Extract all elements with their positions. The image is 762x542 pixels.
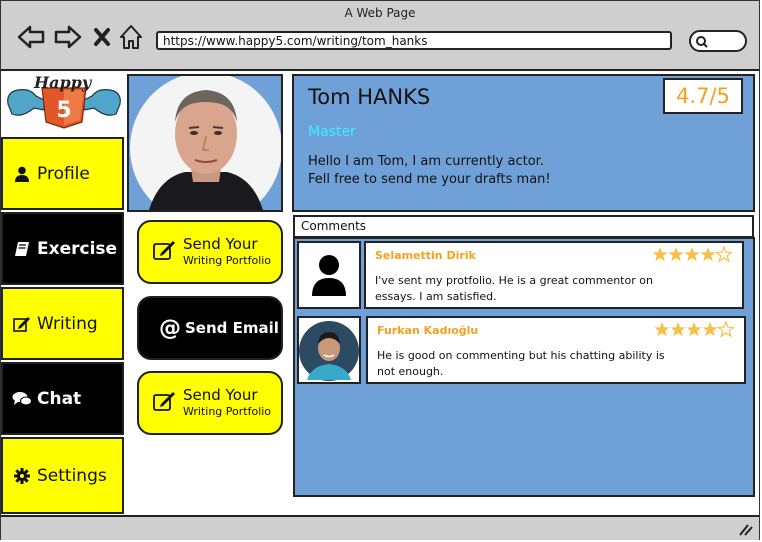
- logo-badge: 5: [56, 98, 72, 123]
- sidebar-item-label: Settings: [37, 465, 107, 486]
- sidebar-item-profile[interactable]: Profile: [1, 137, 124, 210]
- star-rating: [652, 245, 733, 268]
- edit-icon: [11, 316, 33, 332]
- window-title: A Web Page: [344, 6, 416, 20]
- comment-text: He is good on commenting but his chattin…: [377, 349, 665, 378]
- commenter-photo: [299, 321, 359, 381]
- bio-line: Fell free to send me your drafts man!: [308, 172, 551, 187]
- send-portfolio-subtitle: Writing Portfolio: [183, 254, 272, 267]
- search-icon: [696, 36, 708, 48]
- comments-header: Comments: [293, 215, 754, 238]
- forward-icon[interactable]: [53, 23, 83, 51]
- comment-author[interactable]: Selamettin Dirik: [375, 249, 476, 262]
- comment-author[interactable]: Furkan Kadıoğlu: [377, 324, 478, 337]
- sidebar-item-settings[interactable]: Settings: [1, 437, 124, 514]
- sidebar-item-exercise[interactable]: Exercise: [1, 212, 124, 285]
- resize-handle-icon[interactable]: [737, 521, 753, 540]
- user-icon: [11, 166, 33, 182]
- sidebar-item-label: Writing: [37, 313, 98, 334]
- profile-name: Tom HANKS: [308, 85, 431, 109]
- at-icon: @: [159, 315, 181, 341]
- logo-text: Happy: [34, 73, 92, 92]
- rating-badge: 4.7/5: [663, 78, 743, 114]
- bio-line: Hello I am Tom, I am currently actor.: [308, 154, 544, 169]
- send-portfolio-title: Send Your: [183, 235, 258, 253]
- comment-card: Selamettin Dirik I've sent my protfolio.…: [364, 241, 744, 309]
- send-portfolio-button-secondary[interactable]: Send Your Writing Portfolio: [137, 371, 283, 435]
- sidebar-item-chat[interactable]: Chat: [1, 362, 124, 435]
- send-portfolio-button[interactable]: Send Your Writing Portfolio: [137, 220, 283, 284]
- back-icon[interactable]: [16, 23, 46, 51]
- home-icon[interactable]: [118, 23, 144, 51]
- comment-text: I've sent my protfolio. He is a great co…: [375, 274, 653, 303]
- book-icon: [11, 241, 33, 257]
- edit-icon: [153, 390, 177, 416]
- status-bar: [1, 515, 759, 540]
- happy5-logo[interactable]: Happy 5: [4, 73, 124, 132]
- star-rating: [654, 320, 735, 343]
- send-portfolio-subtitle: Writing Portfolio: [183, 405, 272, 418]
- commenter-avatar[interactable]: [297, 316, 361, 384]
- sidebar-item-label: Exercise: [37, 238, 118, 259]
- profile-photo: [130, 76, 281, 210]
- profile-photo-frame: [127, 74, 283, 212]
- profile-level: Master: [308, 124, 356, 140]
- edit-icon: [153, 239, 177, 265]
- send-email-button[interactable]: @ Send Email: [137, 296, 283, 360]
- sidebar-item-label: Chat: [37, 388, 82, 409]
- chat-icon: [11, 391, 33, 407]
- address-bar[interactable]: https://www.happy5.com/writing/tom_hanks: [156, 31, 672, 50]
- gear-icon: [11, 467, 33, 484]
- profile-bio: Hello I am Tom, I am currently actor. Fe…: [308, 153, 551, 189]
- send-portfolio-title: Send Your: [183, 386, 258, 404]
- user-placeholder-icon: [312, 255, 346, 296]
- sidebar-item-writing[interactable]: Writing: [1, 287, 124, 360]
- sidebar-item-label: Profile: [37, 163, 90, 184]
- search-box[interactable]: [689, 30, 747, 52]
- close-icon[interactable]: [91, 23, 113, 51]
- comment-card: Furkan Kadıoğlu He is good on commenting…: [366, 316, 746, 384]
- commenter-avatar[interactable]: [297, 241, 361, 309]
- send-email-label: Send Email: [185, 319, 279, 337]
